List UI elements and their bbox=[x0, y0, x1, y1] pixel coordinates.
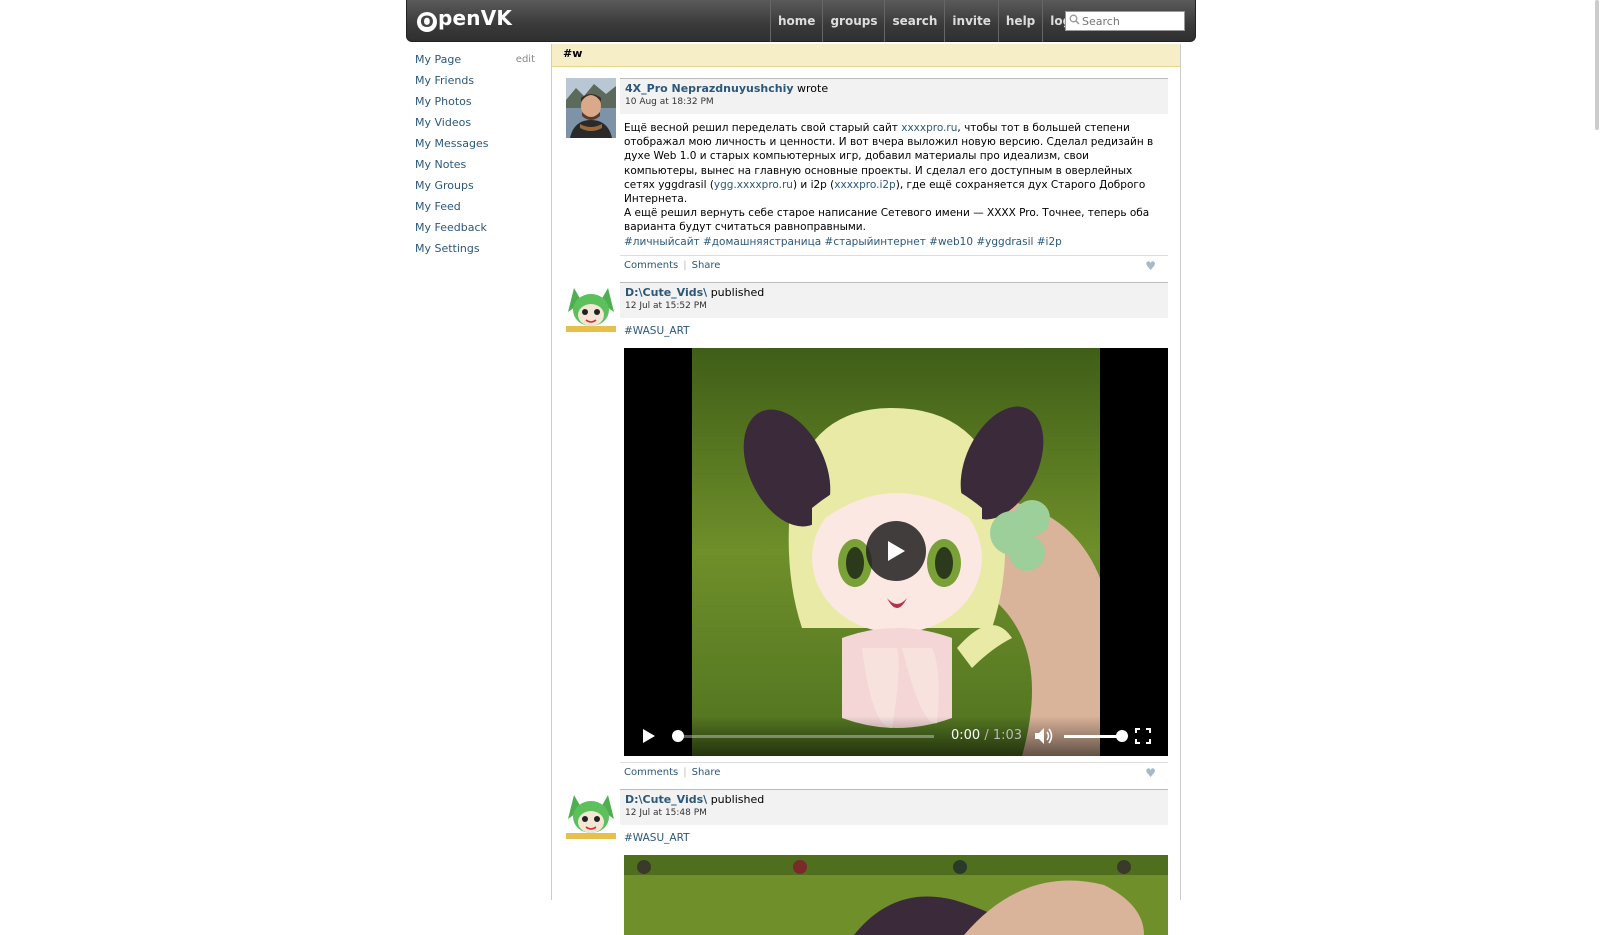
nav-invite[interactable]: invite bbox=[944, 0, 997, 42]
volume-slider[interactable] bbox=[1064, 730, 1128, 743]
page-title: #w bbox=[552, 44, 1180, 67]
post-date[interactable]: 12 Jul at 15:52 PM bbox=[625, 301, 1163, 311]
sidebar-item-my-feed[interactable]: My Feed bbox=[415, 199, 535, 220]
scrollbar-thumb[interactable] bbox=[1595, 0, 1599, 130]
search-input[interactable] bbox=[1082, 14, 1178, 28]
video-time: 0:00 / 1:03 bbox=[951, 728, 1023, 744]
sidebar-item-my-feedback[interactable]: My Feedback bbox=[415, 220, 535, 241]
share-link[interactable]: Share bbox=[692, 260, 721, 271]
post-header: D:\Cute_Vids\ published 12 Jul at 15:52 … bbox=[620, 281, 1168, 318]
post-header: D:\Cute_Vids\ published 12 Jul at 15:48 … bbox=[620, 789, 1168, 826]
post-author-link[interactable]: D:\Cute_Vids\ bbox=[625, 793, 707, 806]
like-heart-icon[interactable]: ♥ bbox=[1145, 260, 1156, 272]
video-progress-bar[interactable] bbox=[672, 730, 934, 743]
post-text: #WASU_ART bbox=[620, 318, 1168, 341]
left-sidebar: My Page edit My Friends My Photos My Vide… bbox=[415, 52, 535, 262]
share-link[interactable]: Share bbox=[692, 767, 721, 778]
post-date[interactable]: 10 Aug at 18:32 PM bbox=[625, 97, 1163, 107]
avatar[interactable] bbox=[566, 281, 616, 342]
sidebar-item-my-notes[interactable]: My Notes bbox=[415, 157, 535, 178]
post-text: Ещё весной решил переделать свой старый … bbox=[624, 122, 1154, 248]
video-controls: 0:00 / 1:03 bbox=[624, 716, 1168, 757]
post-hashtags[interactable]: #WASU_ART bbox=[624, 325, 690, 337]
i2p-link[interactable]: xxxxpro.i2p bbox=[834, 179, 895, 191]
post-hashtags[interactable]: #личныйсайт #домашняястраница #старыйинт… bbox=[624, 236, 1062, 248]
fullscreen-icon[interactable] bbox=[1135, 728, 1151, 747]
nav-help[interactable]: help bbox=[997, 0, 1042, 42]
sidebar-item-my-groups[interactable]: My Groups bbox=[415, 178, 535, 199]
top-nav: home groups search invite help log out bbox=[770, 0, 1105, 42]
ygg-link[interactable]: ygg.xxxxpro.ru bbox=[714, 179, 793, 191]
sidebar-item-my-friends[interactable]: My Friends bbox=[415, 73, 535, 94]
openvk-logo[interactable]: OpenVK bbox=[417, 6, 512, 32]
post-verb: wrote bbox=[797, 82, 829, 95]
like-heart-icon[interactable]: ♥ bbox=[1145, 767, 1156, 779]
wall-post: 4X_Pro Neprazdnuyushchiy wrote 10 Aug at… bbox=[566, 78, 1168, 275]
post-verb: published bbox=[710, 285, 765, 299]
wall-post: D:\Cute_Vids\ published 12 Jul at 15:48 … bbox=[566, 789, 1168, 935]
post-footer: Comments | Share ♥ bbox=[620, 254, 1168, 275]
play-icon[interactable] bbox=[640, 728, 656, 747]
volume-handle[interactable] bbox=[1116, 730, 1128, 743]
post-text: #WASU_ART bbox=[620, 825, 1168, 848]
avatar[interactable] bbox=[566, 789, 616, 849]
wall-post: D:\Cute_Vids\ published 12 Jul at 15:52 … bbox=[566, 281, 1168, 782]
main-content: #w 4X_Pro Neprazdnuyushchiy wrote 10 Aug… bbox=[551, 44, 1181, 935]
sidebar-item-my-photos[interactable]: My Photos bbox=[415, 94, 535, 115]
video-player[interactable] bbox=[624, 855, 1168, 935]
header-search bbox=[1065, 11, 1185, 31]
comments-link[interactable]: Comments bbox=[624, 260, 678, 271]
comments-link[interactable]: Comments bbox=[624, 767, 678, 778]
play-overlay-button[interactable] bbox=[866, 521, 926, 582]
sidebar-item-my-settings[interactable]: My Settings bbox=[415, 241, 535, 262]
post-verb: published bbox=[710, 793, 765, 807]
post-footer: Comments | Share ♥ bbox=[620, 762, 1168, 782]
sidebar-item-my-videos[interactable]: My Videos bbox=[415, 115, 535, 136]
nav-search[interactable]: search bbox=[884, 0, 944, 42]
avatar[interactable] bbox=[566, 78, 616, 138]
site-link[interactable]: xxxxpro.ru bbox=[901, 122, 957, 134]
sidebar-item-my-page[interactable]: My Page edit bbox=[415, 52, 535, 73]
edit-page-link[interactable]: edit bbox=[516, 52, 535, 68]
page-scrollbar[interactable] bbox=[1594, 0, 1600, 900]
video-frame bbox=[624, 855, 1168, 935]
nav-groups[interactable]: groups bbox=[822, 0, 884, 42]
nav-home[interactable]: home bbox=[770, 0, 822, 42]
sidebar-item-my-messages[interactable]: My Messages bbox=[415, 136, 535, 157]
top-header: OpenVK home groups search invite help lo… bbox=[406, 0, 1196, 42]
video-player[interactable]: 0:00 / 1:03 bbox=[624, 348, 1168, 757]
post-author-link[interactable]: D:\Cute_Vids\ bbox=[625, 286, 707, 299]
post-date[interactable]: 12 Jul at 15:48 PM bbox=[625, 808, 1163, 818]
progress-handle[interactable] bbox=[672, 730, 684, 743]
search-icon bbox=[1066, 14, 1082, 28]
volume-icon[interactable] bbox=[1034, 727, 1054, 748]
post-hashtags[interactable]: #WASU_ART bbox=[624, 832, 690, 844]
post-author-link[interactable]: 4X_Pro Neprazdnuyushchiy bbox=[625, 82, 794, 95]
post-header: 4X_Pro Neprazdnuyushchiy wrote 10 Aug at… bbox=[620, 78, 1168, 114]
